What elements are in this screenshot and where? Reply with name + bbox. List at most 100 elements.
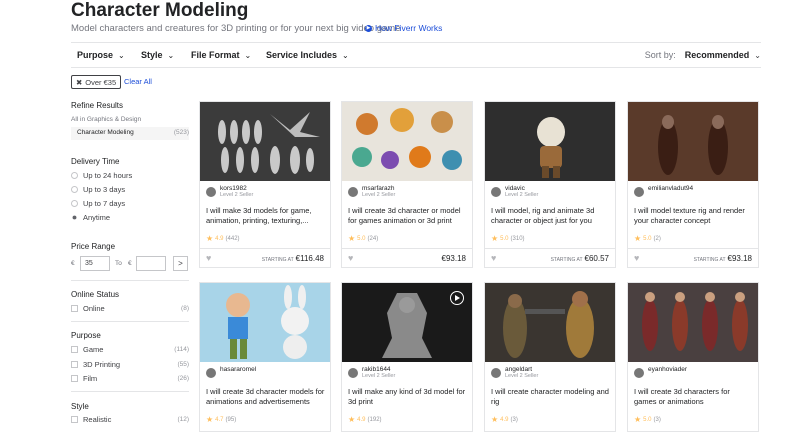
category-parent-link[interactable]: All in Graphics & Design [71,116,141,123]
seller-name[interactable]: rakib1644 [362,366,395,373]
style-dropdown[interactable]: Style ⌄ [141,50,174,60]
gig-card[interactable]: angeldart Level 2 Seller I will create ch… [484,282,616,432]
gig-thumbnail [485,283,615,362]
gig-title[interactable]: I will create 3d characters for games or… [634,387,754,407]
refine-heading: Refine Results [71,101,124,110]
gig-image[interactable] [485,283,615,362]
style-heading: Style [71,402,89,411]
gig-card[interactable]: eyanhoviader I will create 3d characters… [627,282,759,432]
price-min-input[interactable]: 35 [80,256,110,271]
clear-all-link[interactable]: Clear All [124,77,152,86]
avatar[interactable] [206,368,216,378]
avatar[interactable] [348,368,358,378]
seller-name[interactable]: angeldart [505,366,538,373]
rating: ★ 5.0 (24) [348,234,379,243]
gig-image[interactable] [200,283,330,362]
rating: ★ 4.9 (442) [206,234,240,243]
avatar[interactable] [491,187,501,197]
play-icon: ▶ [365,24,372,32]
gig-thumbnail [485,102,615,181]
gig-title[interactable]: I will create character modeling and rig [491,387,611,407]
chevron-down-icon: ⌄ [754,51,761,60]
online-heading: Online Status [71,290,120,299]
star-icon: ★ [491,234,499,243]
gig-title[interactable]: I will model texture rig and render your… [634,206,754,226]
gig-title[interactable]: I will create 3d character or model for … [348,206,468,226]
seller-name[interactable]: msarfarazh [362,185,395,192]
heart-icon[interactable]: ♥ [491,253,496,263]
play-button[interactable] [450,291,464,305]
gig-thumbnail [342,102,472,181]
chevron-down-icon: ⌄ [118,51,125,60]
how-fiverr-works-link[interactable]: ▶ How Fiverr Works [365,23,442,33]
gig-image[interactable] [628,283,758,362]
price-max-input[interactable] [136,256,166,271]
gig-card[interactable]: vidavic Level 2 Seller I will model, rig … [484,101,616,268]
purpose-checkbox[interactable]: 3D Printing (55) [71,360,189,369]
page-title: Character Modeling [71,0,249,21]
gig-title[interactable]: I will make 3d models for game, animatio… [206,206,326,226]
category-selected[interactable]: Character Modeling (523) [71,127,189,140]
chevron-down-icon: ⌄ [244,51,252,60]
gig-card[interactable]: rakib1644 Level 2 Seller I will make any … [341,282,473,432]
heart-icon[interactable]: ♥ [348,253,353,263]
divider [71,321,189,322]
purpose-dropdown[interactable]: Purpose ⌄ [77,50,125,60]
price: €93.18 [727,254,752,263]
star-icon: ★ [348,234,356,243]
sort-by[interactable]: Sort by: Recommended ⌄ [645,50,761,60]
gig-image[interactable] [485,102,615,181]
price-apply-button[interactable]: > [173,256,188,271]
gig-card[interactable]: kors1982 Level 2 Seller I will make 3d mo… [199,101,331,268]
rating: ★ 5.0 (310) [491,234,525,243]
seller-name[interactable]: emilianvladut94 [648,185,693,192]
gig-title[interactable]: I will make any kind of 3d model for 3d … [348,387,468,407]
file-format-dropdown[interactable]: File Format ⌄ [191,50,251,60]
price: €93.18 [441,254,466,263]
close-icon[interactable]: ✖ [76,78,82,87]
purpose-checkbox[interactable]: Game (114) [71,345,189,354]
seller-name[interactable]: vidavic [505,185,538,192]
price-heading: Price Range [71,242,116,251]
price: €116.48 [295,254,324,263]
heart-icon[interactable]: ♥ [206,253,211,263]
seller-name[interactable]: kors1982 [220,185,253,192]
gig-title[interactable]: I will model, rig and animate 3d charact… [491,206,611,226]
gig-image[interactable] [200,102,330,181]
gig-thumbnail [200,283,330,362]
avatar[interactable] [634,368,644,378]
avatar[interactable] [491,368,501,378]
seller-name[interactable]: eyanhoviader [648,366,687,373]
gig-card[interactable]: hasararomel I will create 3d character m… [199,282,331,432]
delivery-option[interactable]: Up to 3 days [71,185,125,194]
active-filter-tag[interactable]: ✖ Over €35 [71,75,122,89]
purpose-checkbox[interactable]: Film (26) [71,374,189,383]
heart-icon[interactable]: ♥ [634,253,639,263]
delivery-option[interactable]: Up to 24 hours [71,171,132,180]
delivery-option-selected[interactable]: Anytime [71,213,110,222]
online-checkbox[interactable]: Online (8) [71,304,189,313]
gig-card[interactable]: emilianvladut94 I will model texture rig… [627,101,759,268]
gig-image[interactable] [342,283,472,362]
delivery-option[interactable]: Up to 7 days [71,199,125,208]
divider [71,280,189,281]
gig-image[interactable] [628,102,758,181]
chevron-down-icon: ⌄ [342,51,349,60]
rating: ★ 5.0 (2) [634,234,661,243]
page-subtitle: Model characters and creatures for 3D pr… [71,23,401,34]
gig-image[interactable] [342,102,472,181]
service-includes-dropdown[interactable]: Service Includes ⌄ [266,50,349,60]
purpose-heading: Purpose [71,331,101,340]
filter-bar: Purpose ⌄ Style ⌄ File Format ⌄ Service Inc… [71,42,761,68]
gig-thumbnail [200,102,330,181]
gig-thumbnail [628,283,758,362]
star-icon: ★ [634,234,642,243]
gig-card[interactable]: msarfarazh Level 2 Seller I will create 3… [341,101,473,268]
gig-title[interactable]: I will create 3d character models for an… [206,387,326,407]
avatar[interactable] [634,187,644,197]
delivery-heading: Delivery Time [71,157,120,166]
seller-name[interactable]: hasararomel [220,366,256,373]
avatar[interactable] [348,187,358,197]
star-icon: ★ [206,234,214,243]
avatar[interactable] [206,187,216,197]
